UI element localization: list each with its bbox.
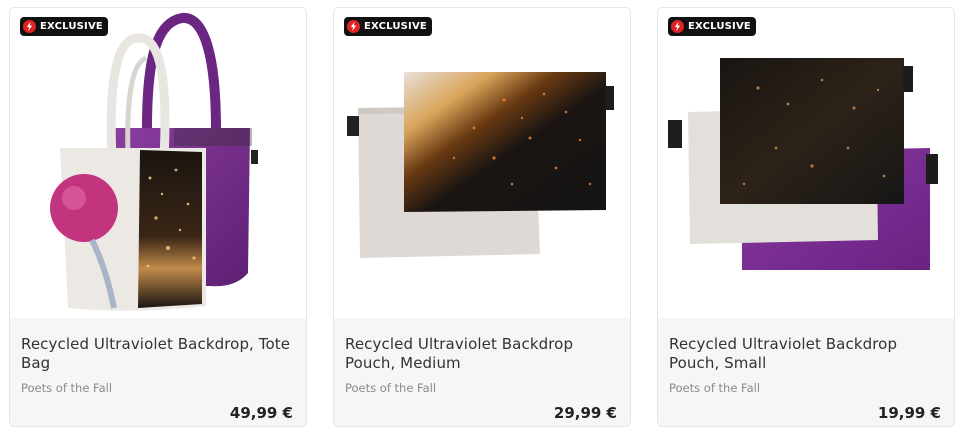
product-title[interactable]: Recycled Ultraviolet Backdrop Pouch, Sma… — [669, 335, 945, 373]
product-image[interactable]: EXCLUSIVE — [10, 8, 306, 318]
product-price: 49,99 € — [229, 404, 293, 422]
exclusive-badge: EXCLUSIVE — [20, 17, 108, 36]
tote-bag-image — [50, 13, 258, 311]
product-price: 19,99 € — [877, 404, 941, 422]
product-card[interactable]: EXCLUSIVE — [657, 7, 955, 427]
exclusive-badge: EXCLUSIVE — [668, 17, 756, 36]
lightning-icon — [671, 20, 684, 33]
lightning-icon — [23, 20, 36, 33]
exclusive-badge: EXCLUSIVE — [344, 17, 432, 36]
product-title[interactable]: Recycled Ultraviolet Backdrop, Tote Bag — [21, 335, 297, 373]
badge-label: EXCLUSIVE — [688, 21, 751, 32]
product-brand: Poets of the Fall — [345, 381, 437, 395]
product-info: Recycled Ultraviolet Backdrop Pouch, Sma… — [658, 318, 954, 426]
pouch-small-image — [668, 58, 938, 270]
product-brand: Poets of the Fall — [21, 381, 113, 395]
lightning-icon — [347, 20, 360, 33]
product-card[interactable]: EXCLUSIVE — [9, 7, 307, 427]
product-image[interactable]: EXCLUSIVE — [658, 8, 954, 318]
product-brand: Poets of the Fall — [669, 381, 761, 395]
badge-label: EXCLUSIVE — [40, 21, 103, 32]
pouch-medium-image — [347, 72, 614, 258]
product-info: Recycled Ultraviolet Backdrop, Tote Bag … — [10, 318, 306, 426]
product-card[interactable]: EXCLUSIVE Recycled Ultraviolet Backdrop … — [333, 7, 631, 427]
product-price: 29,99 € — [553, 404, 617, 422]
product-info: Recycled Ultraviolet Backdrop Pouch, Med… — [334, 318, 630, 426]
badge-label: EXCLUSIVE — [364, 21, 427, 32]
product-image[interactable]: EXCLUSIVE — [334, 8, 630, 318]
product-title[interactable]: Recycled Ultraviolet Backdrop Pouch, Med… — [345, 335, 621, 373]
